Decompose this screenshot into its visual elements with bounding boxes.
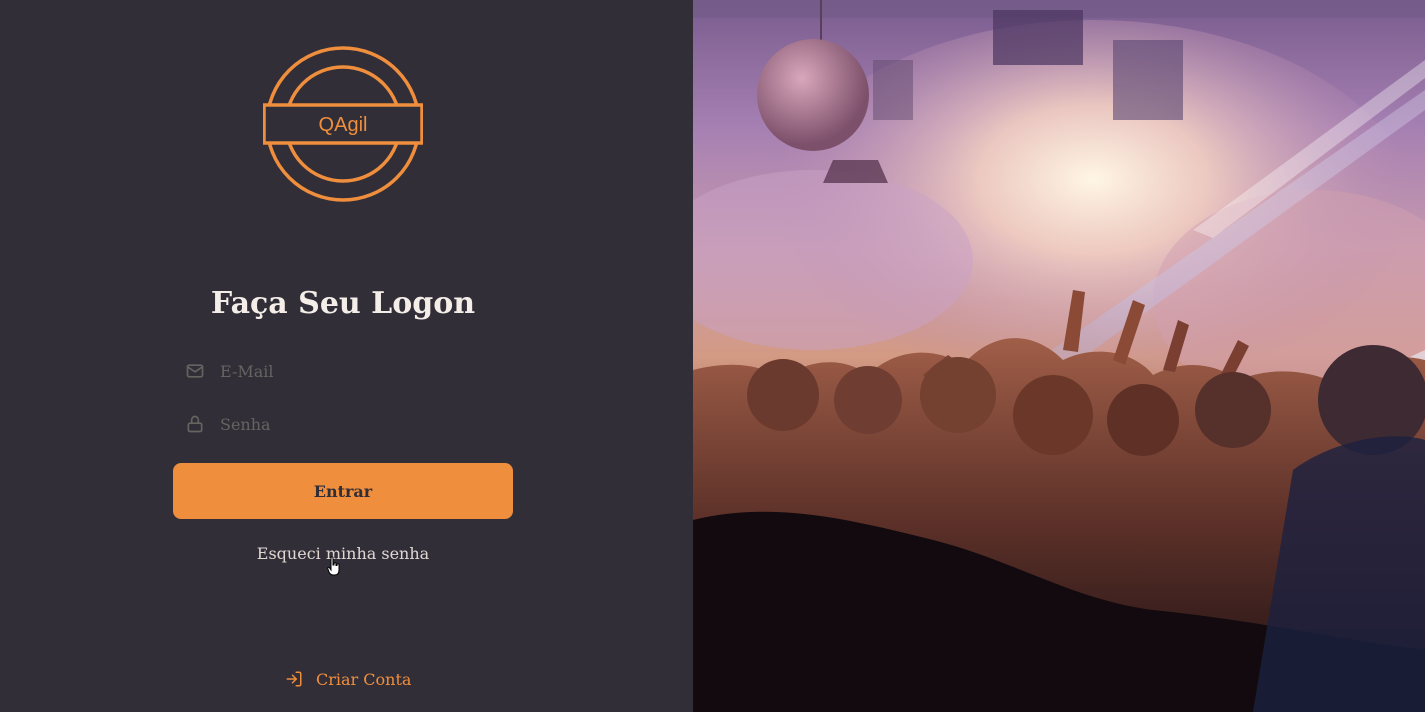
mail-icon: [184, 360, 206, 382]
email-field[interactable]: [173, 349, 513, 393]
qagil-logo: QAgil: [263, 46, 423, 202]
email-input[interactable]: [220, 361, 513, 381]
concert-crowd-photo: [693, 0, 1425, 712]
log-in-icon: [286, 671, 302, 687]
password-input[interactable]: [220, 414, 513, 434]
hand-cursor-icon: [327, 556, 340, 576]
password-field[interactable]: [173, 402, 513, 446]
create-account-label: Criar Conta: [316, 669, 412, 689]
lock-icon: [184, 413, 206, 435]
login-panel: QAgil Faça Seu Logon Entrar Esqueci minh…: [0, 0, 693, 712]
hero-image: [693, 0, 1425, 712]
logo-text: QAgil: [319, 114, 368, 136]
create-account-link[interactable]: Criar Conta: [285, 666, 411, 692]
forgot-password-container: Esqueci minha senha: [0, 542, 686, 566]
forgot-password-link[interactable]: Esqueci minha senha: [257, 544, 429, 563]
page-title: Faça Seu Logon: [210, 286, 476, 321]
login-button[interactable]: Entrar: [173, 463, 513, 519]
